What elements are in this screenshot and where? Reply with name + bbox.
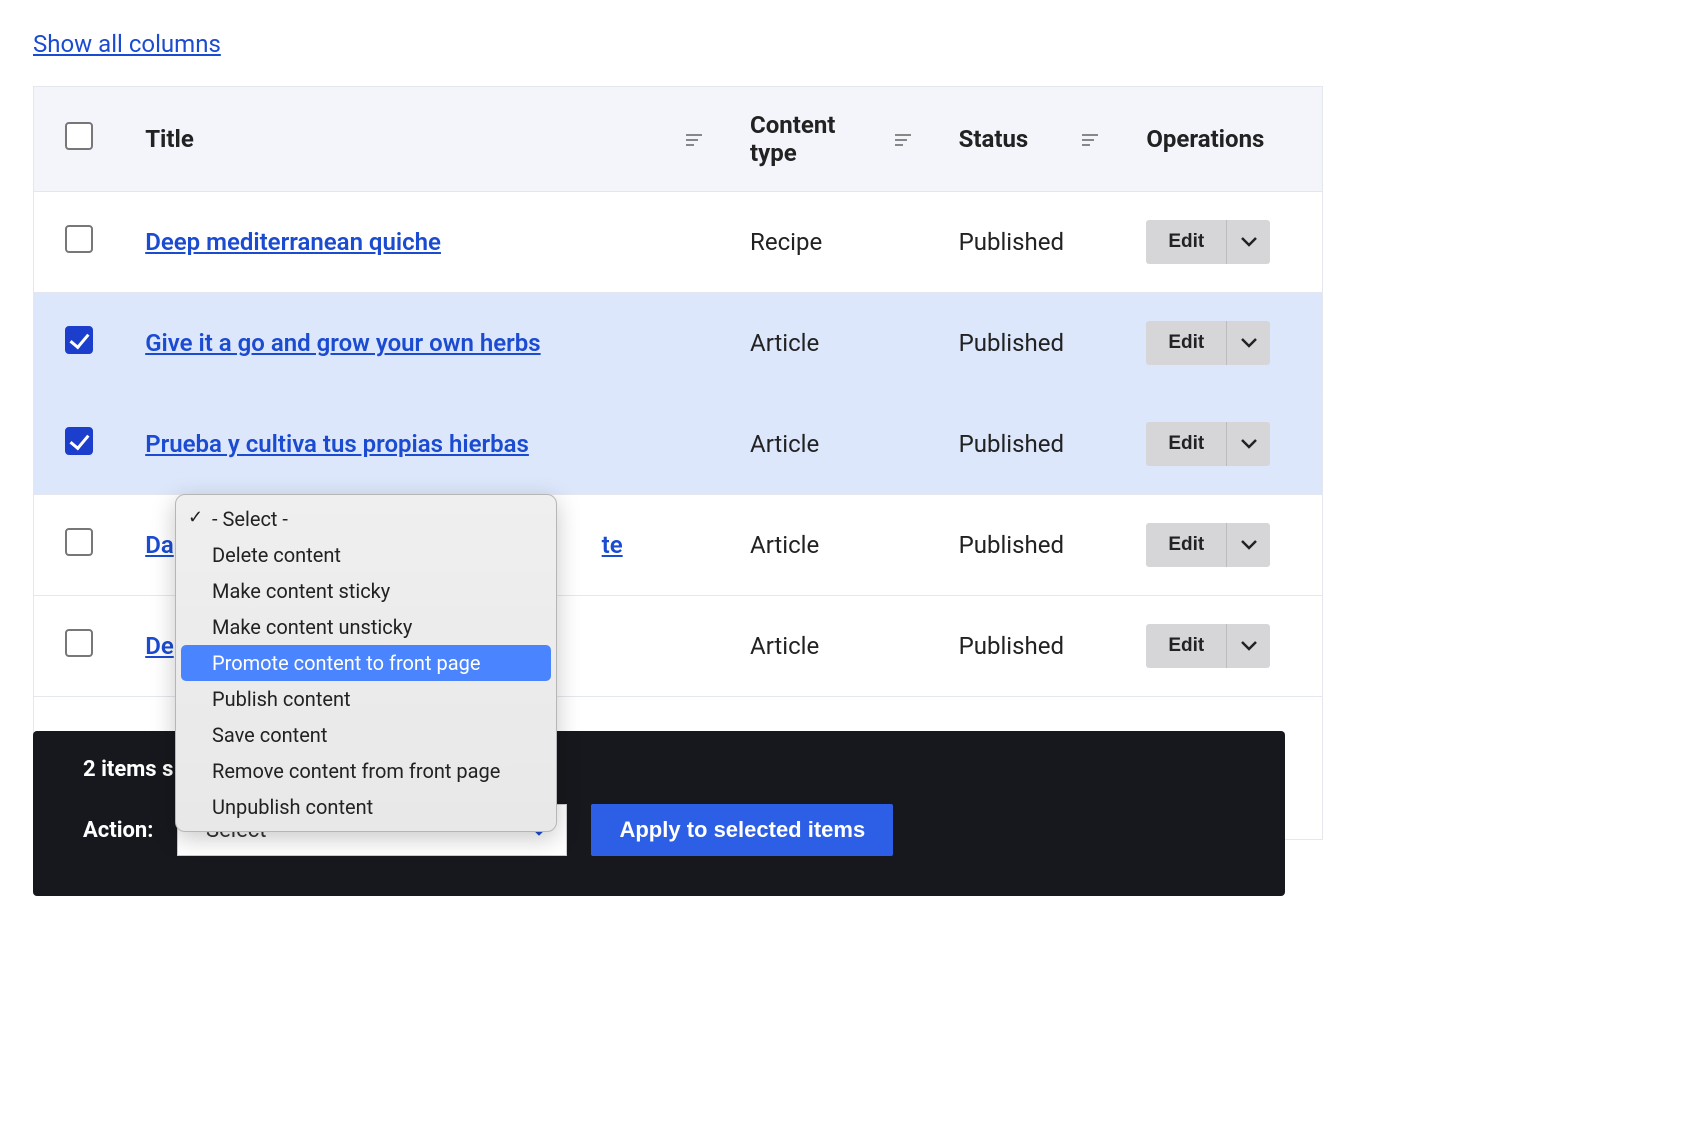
content-title-link-end[interactable]: te: [602, 531, 623, 559]
column-header-status-label: Status: [959, 125, 1029, 153]
row-checkbox[interactable]: [65, 225, 93, 253]
content-title-link[interactable]: Prueba y cultiva tus propias hierbas: [145, 430, 529, 458]
edit-button[interactable]: Edit: [1146, 624, 1226, 668]
chevron-down-icon: [1240, 640, 1258, 652]
action-label: Action:: [83, 818, 153, 843]
dropdown-option[interactable]: Remove content from front page: [176, 753, 556, 789]
dropdown-option[interactable]: Save content: [176, 717, 556, 753]
content-title-link[interactable]: Deep mediterranean quiche: [145, 228, 441, 256]
dropdown-option[interactable]: Publish content: [176, 681, 556, 717]
edit-dropdown-toggle[interactable]: [1226, 422, 1270, 466]
dropdown-option[interactable]: Delete content: [176, 537, 556, 573]
row-checkbox[interactable]: [65, 629, 93, 657]
sort-icon: [1082, 125, 1102, 153]
dropdown-option[interactable]: Make content sticky: [176, 573, 556, 609]
table-row: Give it a go and grow your own herbs Art…: [34, 293, 1323, 394]
dropdown-option[interactable]: Make content unsticky: [176, 609, 556, 645]
edit-dropdown-toggle[interactable]: [1226, 624, 1270, 668]
table-row: Prueba y cultiva tus propias hierbas Art…: [34, 394, 1323, 495]
chevron-down-icon: [1240, 337, 1258, 349]
select-all-checkbox[interactable]: [65, 122, 93, 150]
action-dropdown-menu: - Select - Delete content Make content s…: [175, 494, 557, 832]
content-type-cell: Article: [728, 596, 937, 697]
dropdown-option[interactable]: Promote content to front page: [181, 645, 551, 681]
content-title-link[interactable]: Da: [145, 531, 174, 559]
chevron-down-icon: [1240, 539, 1258, 551]
edit-dropdown-toggle[interactable]: [1226, 321, 1270, 365]
column-header-title[interactable]: Title: [123, 87, 728, 192]
chevron-down-icon: [1240, 438, 1258, 450]
column-header-content-type[interactable]: Content type: [728, 87, 937, 192]
status-cell: Published: [937, 394, 1125, 495]
content-type-cell: Article: [728, 293, 937, 394]
edit-dropdown-toggle[interactable]: [1226, 220, 1270, 264]
row-checkbox[interactable]: [65, 427, 93, 455]
content-type-cell: Article: [728, 394, 937, 495]
chevron-down-icon: [1240, 236, 1258, 248]
status-cell: Published: [937, 596, 1125, 697]
edit-button[interactable]: Edit: [1146, 523, 1226, 567]
column-header-select: [34, 87, 124, 192]
column-header-title-label: Title: [145, 125, 194, 153]
row-checkbox[interactable]: [65, 326, 93, 354]
column-header-status[interactable]: Status: [937, 87, 1125, 192]
apply-button[interactable]: Apply to selected items: [591, 804, 893, 856]
column-header-operations: Operations: [1124, 87, 1322, 192]
dropdown-option[interactable]: - Select -: [176, 501, 556, 537]
status-cell: Published: [937, 192, 1125, 293]
content-type-cell: Article: [728, 495, 937, 596]
sort-icon: [686, 125, 706, 153]
edit-dropdown-toggle[interactable]: [1226, 523, 1270, 567]
content-title-link[interactable]: Give it a go and grow your own herbs: [145, 329, 540, 357]
row-checkbox[interactable]: [65, 528, 93, 556]
edit-button[interactable]: Edit: [1146, 220, 1226, 264]
dropdown-option[interactable]: Unpublish content: [176, 789, 556, 825]
column-header-content-type-label: Content type: [750, 111, 879, 167]
show-all-columns-link[interactable]: Show all columns: [33, 30, 221, 58]
status-cell: Published: [937, 293, 1125, 394]
table-row: Deep mediterranean quiche Recipe Publish…: [34, 192, 1323, 293]
sort-icon: [895, 125, 915, 153]
edit-button[interactable]: Edit: [1146, 422, 1226, 466]
content-type-cell: Recipe: [728, 192, 937, 293]
edit-button[interactable]: Edit: [1146, 321, 1226, 365]
status-cell: Published: [937, 495, 1125, 596]
content-title-link[interactable]: De: [145, 632, 174, 660]
